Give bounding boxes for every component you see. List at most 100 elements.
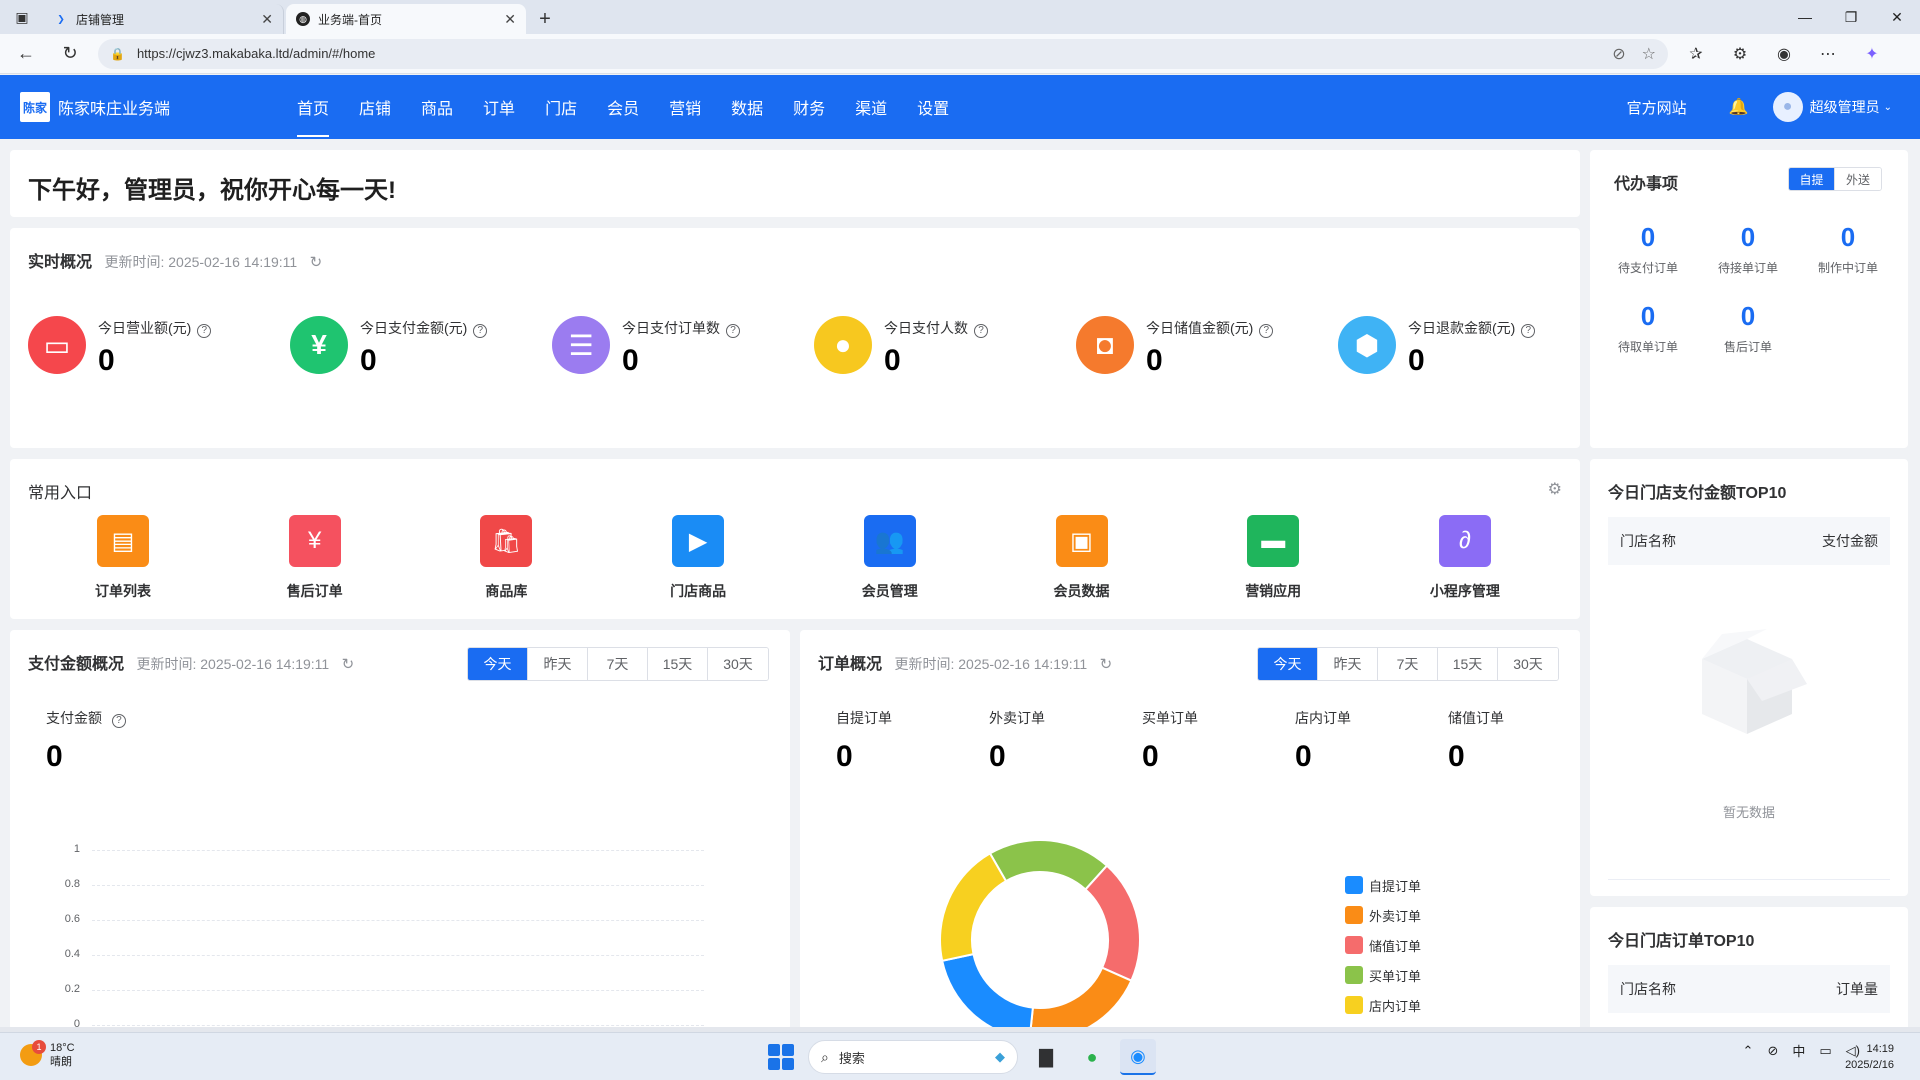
shortcut-item[interactable]: ▣ 会员数据 <box>1022 515 1142 601</box>
windows-start-icon[interactable] <box>768 1044 794 1070</box>
tab-close-icon[interactable]: ✕ <box>261 11 273 28</box>
order-overview-title: 订单概况 更新时间: 2025-02-16 14:19:11 ↻ <box>818 650 1112 674</box>
edge-browser-icon[interactable]: ◉ <box>1120 1039 1156 1075</box>
period-option[interactable]: 15天 <box>648 648 708 680</box>
chevron-up-icon[interactable]: ⌃ <box>1743 1043 1754 1059</box>
shortcut-item[interactable]: ∂ 小程序管理 <box>1405 515 1525 601</box>
period-option[interactable]: 7天 <box>588 648 648 680</box>
browser-tab-home[interactable]: ◍ 业务端-首页 ✕ <box>286 4 526 34</box>
shortcut-item[interactable]: ▶ 门店商品 <box>638 515 758 601</box>
shield-icon: ⬢ <box>1338 316 1396 374</box>
minimize-icon[interactable]: — <box>1782 0 1828 34</box>
nav-item[interactable]: 营销 <box>654 75 716 139</box>
display-icon[interactable]: ▭ <box>1819 1043 1831 1059</box>
bell-icon[interactable]: 🔔 <box>1729 97 1749 117</box>
wechat-icon[interactable]: ● <box>1074 1039 1110 1075</box>
copilot-icon[interactable]: ✦ <box>1852 38 1892 70</box>
refresh-icon[interactable]: ↻ <box>342 656 355 673</box>
todo-item[interactable]: 0 制作中订单 <box>1798 222 1898 276</box>
help-icon[interactable]: ? <box>1259 324 1274 338</box>
legend-item[interactable]: 储值订单 <box>1345 930 1421 960</box>
profile-icon[interactable]: ◉ <box>1764 38 1804 70</box>
new-tab-button[interactable]: + <box>528 4 562 34</box>
nav-item[interactable]: 数据 <box>716 75 778 139</box>
help-icon[interactable]: ? <box>197 324 212 338</box>
back-icon[interactable]: ← <box>8 38 44 70</box>
legend-item[interactable]: 店内订单 <box>1345 990 1421 1020</box>
period-option[interactable]: 7天 <box>1378 648 1438 680</box>
period-option[interactable]: 昨天 <box>528 648 588 680</box>
donut-slice-3[interactable] <box>988 839 1109 891</box>
help-icon[interactable]: ? <box>473 324 488 338</box>
shortcut-item[interactable]: 👥 会员管理 <box>830 515 950 601</box>
pay-overview-card: 支付金额概况 更新时间: 2025-02-16 14:19:11 ↻ 今天 昨天 7… <box>10 630 790 1030</box>
period-option[interactable]: 今天 <box>468 648 528 680</box>
refresh-icon[interactable]: ↻ <box>1100 656 1113 673</box>
donut-slice-4[interactable] <box>940 852 1008 962</box>
ime-indicator[interactable]: 中 <box>1792 1041 1805 1060</box>
nav-item[interactable]: 财务 <box>778 75 840 139</box>
user-name[interactable]: 超级管理员 <box>1810 97 1880 117</box>
file-explorer-icon[interactable]: ▇ <box>1028 1039 1064 1075</box>
nav-item[interactable]: 商品 <box>406 75 468 139</box>
reload-icon[interactable]: ↻ <box>52 38 88 70</box>
nav-item[interactable]: 设置 <box>902 75 964 139</box>
network-icon[interactable]: ⊘ <box>1767 1043 1778 1059</box>
legend-label: 买单订单 <box>1369 968 1422 984</box>
gear-icon[interactable]: ⚙ <box>1548 479 1562 499</box>
more-options-icon[interactable]: ⋯ <box>1808 38 1848 70</box>
help-icon[interactable]: ? <box>111 714 126 728</box>
donut-slice-0[interactable] <box>940 952 1034 1030</box>
help-icon[interactable]: ? <box>1521 324 1536 338</box>
toggle-delivery[interactable]: 外送 <box>1835 168 1881 190</box>
site-info-icon[interactable]: 🔒 <box>110 47 125 61</box>
help-icon[interactable]: ? <box>726 324 740 338</box>
taskbar-search[interactable]: ⌕ 搜索 ◆ <box>808 1040 1018 1074</box>
favorite-star-icon[interactable]: ☆ <box>1642 44 1656 64</box>
system-clock[interactable]: 14:19 2025/2/16 <box>1845 1041 1894 1073</box>
brand[interactable]: 陈家 陈家味庄业务端 <box>20 92 282 122</box>
tab-actions-icon[interactable]: ▣ <box>0 0 44 34</box>
period-option[interactable]: 昨天 <box>1318 648 1378 680</box>
weather-widget[interactable]: 1 18°C 晴朗 <box>20 1040 75 1069</box>
legend-item[interactable]: 外卖订单 <box>1345 900 1421 930</box>
todo-item[interactable]: 0 待接单订单 <box>1698 222 1798 276</box>
help-icon[interactable]: ? <box>974 324 988 338</box>
official-site-link[interactable]: 官方网站 <box>1627 97 1687 118</box>
extensions-icon[interactable]: ⚙ <box>1720 38 1760 70</box>
browser-tab-store[interactable]: ❯ 店铺管理 ✕ <box>44 4 284 34</box>
restore-icon[interactable]: ❐ <box>1828 0 1874 34</box>
nav-item[interactable]: 门店 <box>530 75 592 139</box>
tab-close-icon[interactable]: ✕ <box>504 11 516 28</box>
shortcut-item[interactable]: 🛍 商品库 <box>446 515 566 601</box>
todo-item[interactable]: 0 待取单订单 <box>1598 301 1698 355</box>
url-input[interactable]: 🔒 https://cjwz3.makabaka.ltd/admin/#/hom… <box>98 38 1668 69</box>
nav-item[interactable]: 首页 <box>282 75 344 139</box>
nav-item[interactable]: 会员 <box>592 75 654 139</box>
donut-slice-1[interactable] <box>1029 966 1133 1030</box>
toggle-pickup[interactable]: 自提 <box>1789 168 1835 190</box>
legend-item[interactable]: 自提订单 <box>1345 870 1421 900</box>
close-window-icon[interactable]: ✕ <box>1874 0 1920 34</box>
todo-item[interactable]: 0 售后订单 <box>1698 301 1798 355</box>
shortcut-item[interactable]: ¥ 售后订单 <box>255 515 375 601</box>
chevron-down-icon[interactable]: ⌄ <box>1884 102 1892 113</box>
todo-count: 0 <box>1740 301 1756 331</box>
todo-count: 0 <box>1640 301 1656 331</box>
avatar[interactable]: ● <box>1772 92 1803 122</box>
shortcut-item[interactable]: ▤ 订单列表 <box>63 515 183 601</box>
period-option[interactable]: 今天 <box>1258 648 1318 680</box>
legend-item[interactable]: 买单订单 <box>1345 960 1421 990</box>
period-option[interactable]: 15天 <box>1438 648 1498 680</box>
shortcut-item[interactable]: ▬ 营销应用 <box>1213 515 1333 601</box>
nav-item[interactable]: 店铺 <box>344 75 406 139</box>
period-option[interactable]: 30天 <box>708 648 768 680</box>
refresh-icon[interactable]: ↻ <box>310 254 323 271</box>
nav-item[interactable]: 订单 <box>468 75 530 139</box>
nav-item[interactable]: 渠道 <box>840 75 902 139</box>
period-option[interactable]: 30天 <box>1498 648 1558 680</box>
todo-item[interactable]: 0 待支付订单 <box>1598 222 1698 276</box>
tracking-icon[interactable]: ⊘ <box>1612 44 1625 64</box>
favorites-icon[interactable]: ✰ <box>1676 38 1716 70</box>
donut-slice-2[interactable] <box>1084 864 1140 982</box>
